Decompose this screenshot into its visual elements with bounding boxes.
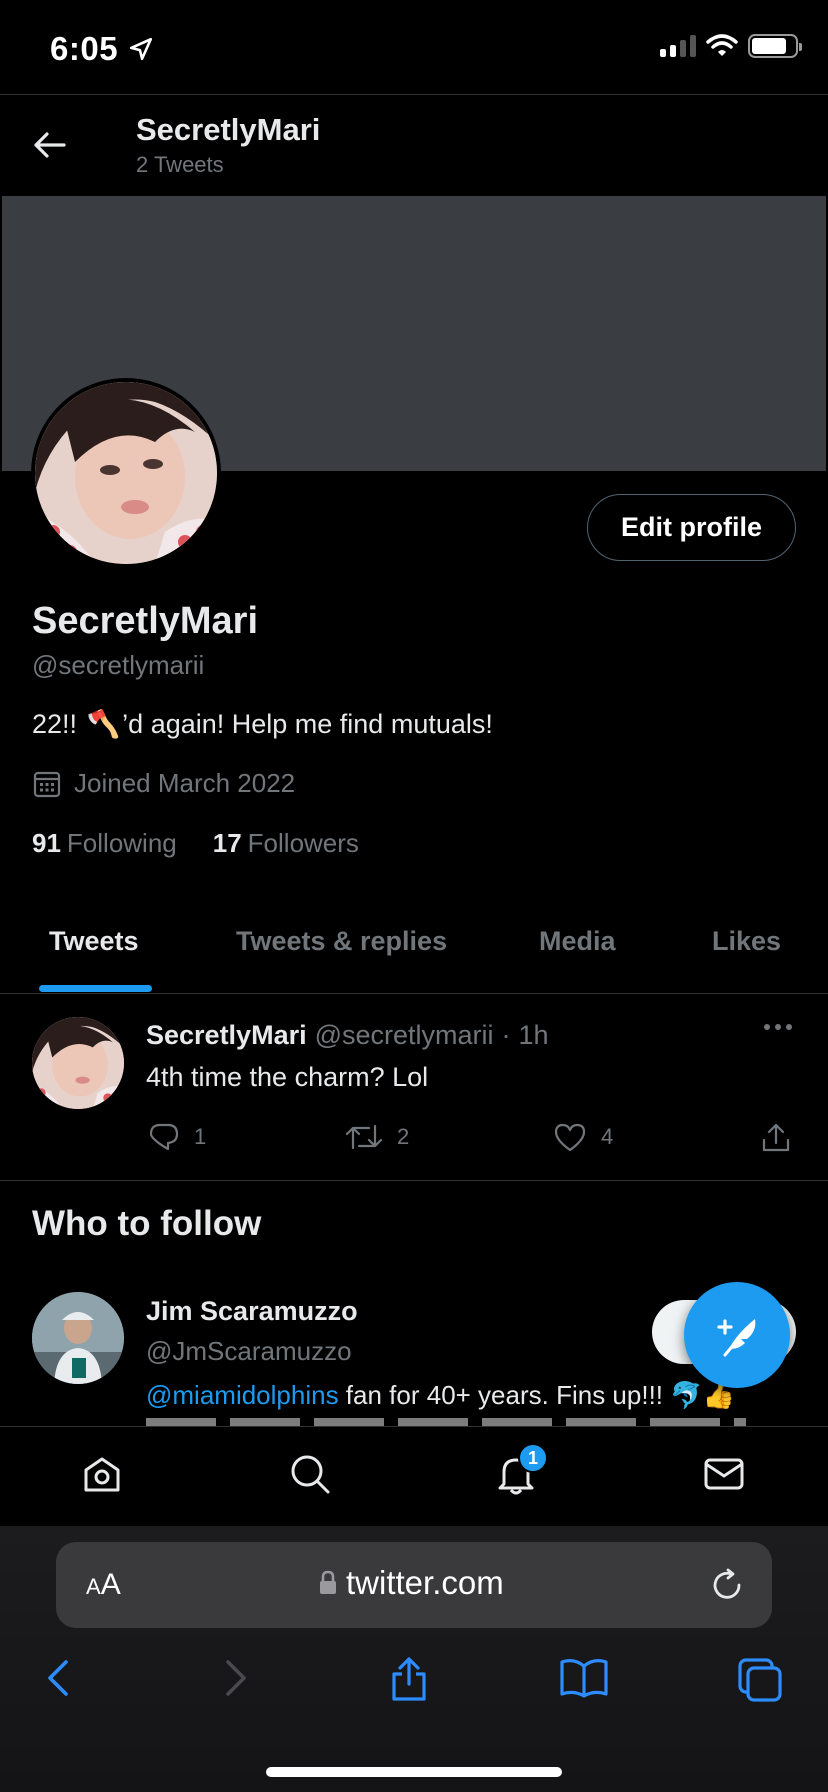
url-text: twitter.com <box>346 1564 504 1601</box>
divider <box>0 94 828 95</box>
home-icon[interactable] <box>80 1452 124 1496</box>
profile-avatar[interactable] <box>31 378 221 568</box>
divider <box>0 993 828 994</box>
joined-date: Joined March 2022 <box>74 768 296 798</box>
divider <box>0 1180 828 1181</box>
search-icon[interactable] <box>288 1452 332 1496</box>
bio-text-start: 22!! <box>32 708 85 739</box>
compose-tweet-button[interactable] <box>684 1282 790 1388</box>
safari-tabs-icon[interactable] <box>736 1656 784 1704</box>
retweet-button[interactable]: 2 <box>345 1122 409 1152</box>
tab-tweets-and-replies[interactable]: Tweets & replies <box>236 926 447 957</box>
edit-profile-button[interactable]: Edit profile <box>587 494 796 561</box>
retweet-icon <box>345 1124 383 1150</box>
bio-mention-link[interactable]: @miamidolphins <box>146 1380 339 1410</box>
suggested-user-name[interactable]: Jim Scaramuzzo <box>146 1296 358 1327</box>
tweet-author-name[interactable]: SecretlyMari <box>146 1020 307 1051</box>
bio-text-end: ’d again! Help me find mutuals! <box>122 708 493 739</box>
followers-label: Followers <box>247 828 359 858</box>
like-button[interactable]: 4 <box>553 1122 613 1152</box>
profile-name: SecretlyMari <box>32 600 259 642</box>
tweet-separator: · <box>501 1020 511 1050</box>
tab-likes[interactable]: Likes <box>712 926 781 957</box>
url-display[interactable]: twitter.com <box>318 1564 504 1602</box>
home-indicator <box>266 1767 562 1777</box>
avatar-image <box>32 1017 124 1109</box>
battery-icon <box>748 34 802 58</box>
retweet-count: 2 <box>397 1124 410 1149</box>
profile-handle: @secretlymarii <box>32 650 205 680</box>
tweet-author-handle[interactable]: @secretlymarii <box>315 1020 494 1051</box>
header-tweet-count: 2 Tweets <box>136 152 224 177</box>
suggested-user-handle[interactable]: @JmScaramuzzo <box>146 1336 352 1367</box>
following-label: Following <box>66 828 177 858</box>
bio-text: fan for 40+ years. Fins up!!! 🐬👍 <box>338 1380 735 1410</box>
avatar-image <box>35 382 217 564</box>
follow-stats: 91 Following 17 Followers <box>32 828 359 859</box>
axe-emoji: 🪓 <box>86 709 121 739</box>
reply-count: 1 <box>194 1124 207 1149</box>
status-time: 6:05 <box>50 30 119 67</box>
tweet-avatar[interactable] <box>32 1017 124 1109</box>
profile-joined: Joined March 2022 <box>32 768 295 799</box>
lock-icon <box>320 1570 336 1594</box>
reader-options-button[interactable]: AA <box>86 1568 121 1602</box>
following-link[interactable]: 91 Following <box>32 828 177 859</box>
aa-small: A <box>86 1574 101 1599</box>
notification-badge: 1 <box>518 1443 548 1473</box>
aa-big: A <box>100 1568 121 1601</box>
more-options-icon[interactable] <box>764 1024 792 1030</box>
avatar-image <box>32 1292 124 1384</box>
who-to-follow-title: Who to follow <box>32 1204 262 1243</box>
safari-bookmarks-icon[interactable] <box>558 1656 610 1700</box>
reply-button[interactable]: 1 <box>148 1122 206 1152</box>
heart-icon <box>554 1123 586 1152</box>
tab-tweets[interactable]: Tweets <box>49 926 139 957</box>
safari-share-icon[interactable] <box>386 1656 432 1702</box>
profile-bio: 22!! 🪓 ’d again! Help me find mutuals! <box>32 708 493 740</box>
share-icon[interactable] <box>760 1122 792 1154</box>
followers-link[interactable]: 17 Followers <box>213 828 359 859</box>
active-tab-indicator <box>39 985 152 992</box>
tweet-text: 4th time the charm? Lol <box>146 1062 429 1092</box>
like-count: 4 <box>601 1124 614 1149</box>
location-arrow-icon <box>129 37 153 61</box>
suggested-user-avatar[interactable] <box>32 1292 124 1384</box>
tweet-time[interactable]: 1h <box>519 1020 549 1051</box>
wifi-icon <box>706 34 738 56</box>
safari-back-icon[interactable] <box>42 1656 76 1700</box>
followers-count: 17 <box>212 828 242 858</box>
reload-icon[interactable] <box>710 1568 744 1602</box>
safari-forward-icon[interactable] <box>218 1656 252 1700</box>
suggested-user-bio: @miamidolphins fan for 40+ years. Fins u… <box>146 1380 735 1411</box>
bio-overflow-line <box>146 1418 746 1426</box>
reply-icon <box>149 1123 179 1151</box>
cellular-signal-icon <box>660 35 696 57</box>
compose-feather-icon <box>717 1319 756 1357</box>
messages-envelope-icon[interactable] <box>702 1452 746 1496</box>
back-arrow-icon[interactable] <box>32 130 68 160</box>
status-indicators <box>660 34 802 58</box>
header-title: SecretlyMari <box>136 112 321 147</box>
following-count: 91 <box>32 828 61 858</box>
tweet-header: SecretlyMari @secretlymarii · 1h <box>146 1020 549 1051</box>
calendar-icon <box>33 771 61 797</box>
tab-media[interactable]: Media <box>539 926 616 957</box>
